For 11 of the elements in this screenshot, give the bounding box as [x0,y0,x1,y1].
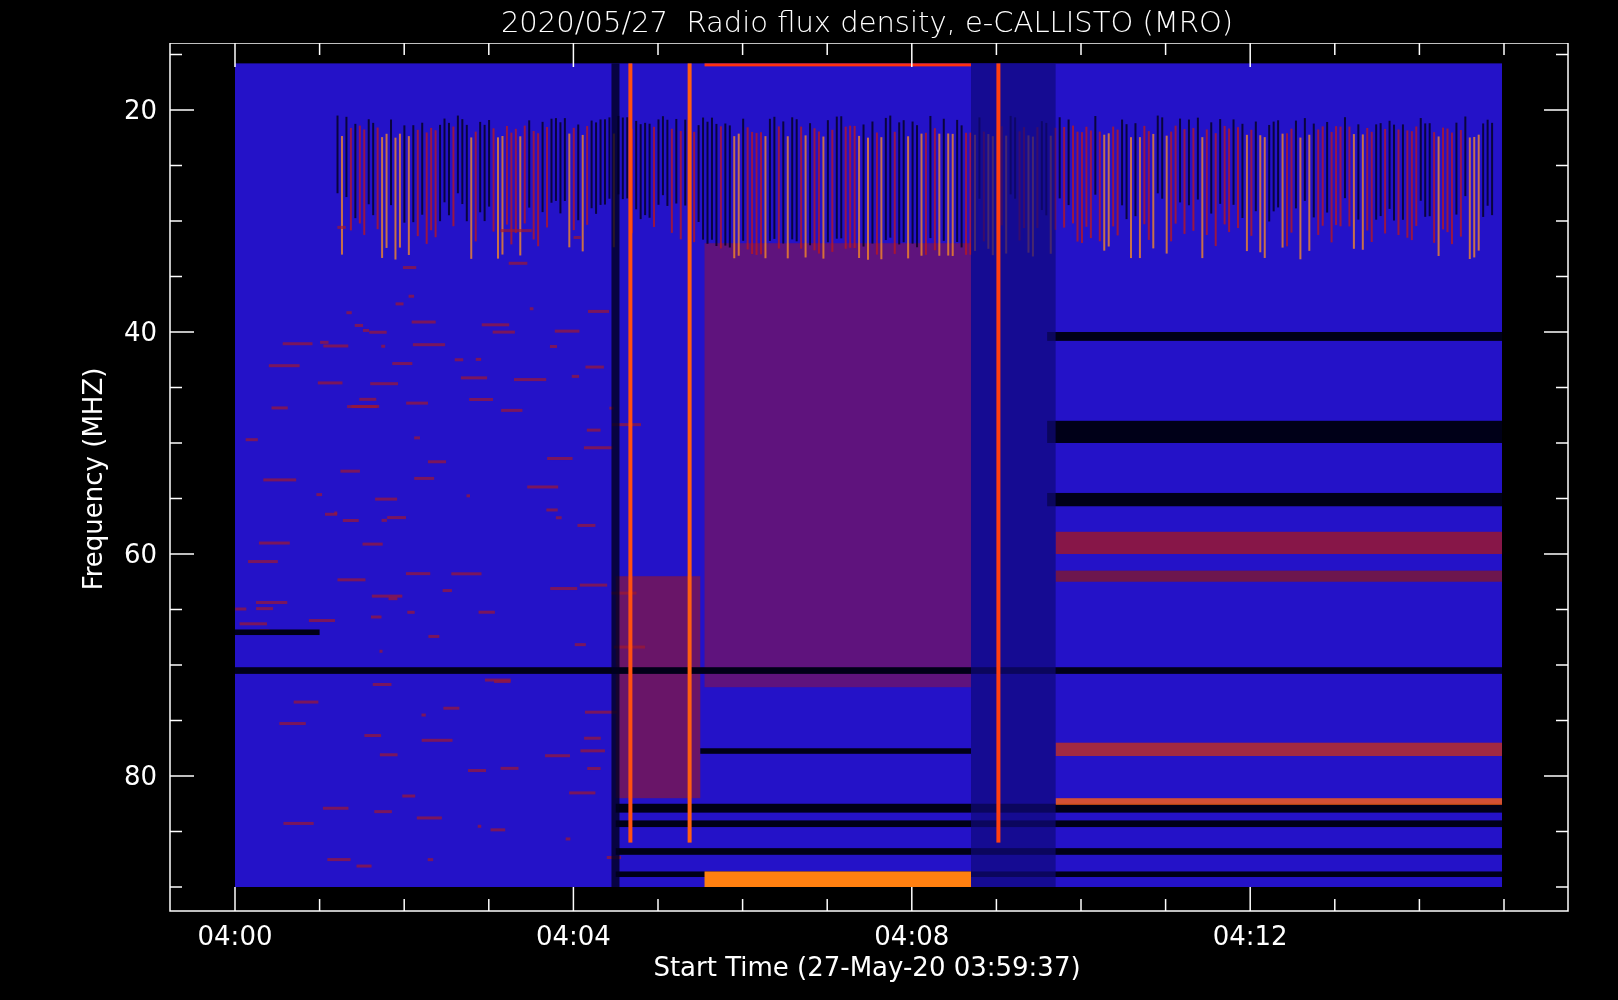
y-tick-label: 60 [123,539,157,569]
y-tick-label: 20 [123,95,157,125]
x-axis-label: Start Time (27-May-20 03:59:37) [653,952,1081,982]
y-tick-label: 40 [123,317,157,347]
y-tick-label: 80 [123,761,157,791]
chart-title: 2020/05/27 Radio flux density, e-CALLISTO (MRO) [499,3,1235,41]
x-tick-label: 04:00 [197,921,273,951]
x-tick-label: 04:04 [535,921,611,951]
x-tick-label: 04:12 [1212,921,1288,951]
y-axis-label: Frequency (MHZ) [78,367,108,591]
x-tick-label: 04:08 [874,921,950,951]
